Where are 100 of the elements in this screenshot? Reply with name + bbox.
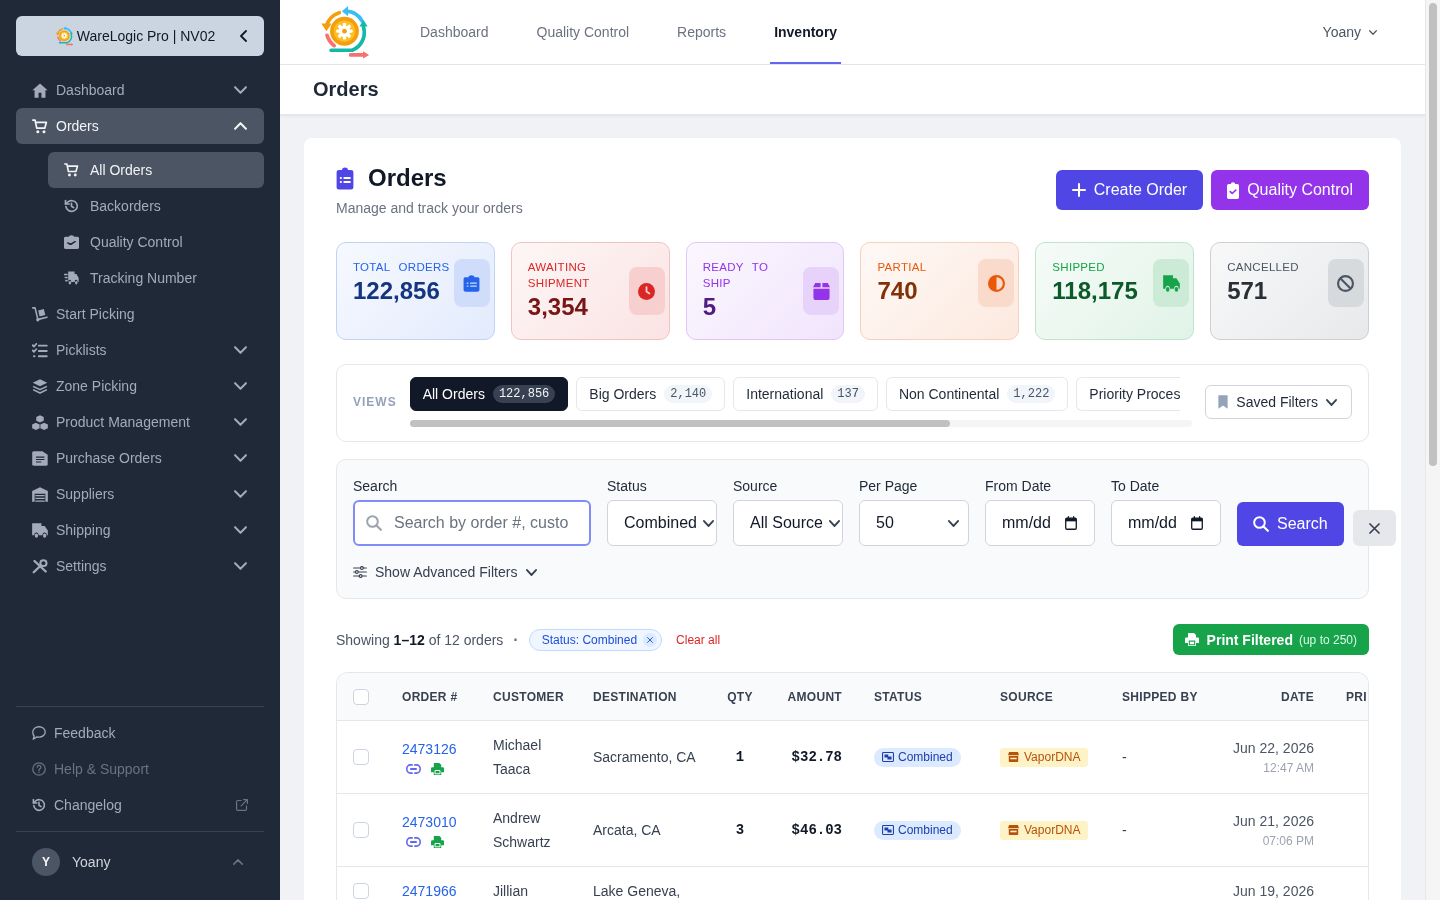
quantity-text: 3	[735, 822, 745, 838]
layers-icon	[32, 378, 48, 394]
sidebar-subitem[interactable]: Tracking Number	[48, 260, 264, 296]
sidebar-subitem[interactable]: All Orders	[48, 152, 264, 188]
checklist-icon	[32, 342, 48, 358]
clear-all-link[interactable]: Clear all	[676, 632, 721, 647]
sidebar-footer-link[interactable]: Feedback	[16, 715, 264, 751]
gear-logo-icon	[54, 26, 74, 46]
count-badge: 137	[831, 385, 865, 403]
date-field[interactable]: mm/dd	[985, 500, 1095, 546]
column-header: STATUS	[874, 689, 923, 704]
sidebar-item[interactable]: Picklists	[16, 332, 264, 368]
order-link[interactable]: 2471966	[402, 883, 457, 899]
print-icon[interactable]	[431, 836, 444, 848]
separator-dot: ·	[513, 630, 519, 649]
sidebar-item[interactable]: Orders	[16, 108, 264, 144]
scrollbar-thumb[interactable]	[409, 420, 950, 427]
sidebar-item[interactable]: Purchase Orders	[16, 440, 264, 476]
stat-label: CANCELLED	[1227, 260, 1300, 275]
action-button[interactable]: Create Order	[1055, 170, 1204, 210]
user-avatar: Y	[32, 848, 60, 876]
hand-truck-icon	[32, 306, 48, 322]
scrollbar-thumb[interactable]	[1429, 3, 1437, 466]
chevron-down-icon	[948, 519, 959, 527]
column-header: DATE	[1281, 689, 1314, 704]
count-badge: 1,222	[1007, 385, 1056, 403]
sidebar-item[interactable]: Product Management	[16, 404, 264, 440]
history-icon	[32, 798, 46, 812]
view-tab[interactable]: All Orders 122,856	[409, 377, 569, 411]
order-link[interactable]: 2473126	[402, 741, 457, 757]
sliders-icon	[353, 566, 367, 578]
sidebar-item[interactable]: Dashboard	[16, 72, 264, 108]
customer-name: Michael Taaca	[493, 737, 542, 777]
row-checkbox[interactable]	[353, 883, 369, 899]
truck-icon	[32, 522, 48, 538]
search-button[interactable]: Search	[1237, 502, 1344, 546]
clipboard-list-icon	[453, 259, 490, 307]
sidebar-item[interactable]: Settings	[16, 548, 264, 584]
column-header: ORDER #	[402, 689, 458, 704]
select-field[interactable]: All Source	[733, 500, 843, 546]
nav-link[interactable]: Quality Control	[532, 0, 634, 64]
select-all-checkbox[interactable]	[353, 688, 369, 705]
tools-icon	[32, 558, 48, 574]
action-button[interactable]: Quality Control	[1211, 170, 1369, 210]
order-link[interactable]: 2473010	[402, 814, 457, 830]
clock-icon	[628, 267, 665, 315]
sidebar-item[interactable]: Suppliers	[16, 476, 264, 512]
sidebar-item[interactable]: Zone Picking	[16, 368, 264, 404]
close-icon[interactable]	[643, 632, 658, 647]
stat-value: 122,856	[353, 276, 441, 306]
sidebar-item[interactable]: Start Picking	[16, 296, 264, 332]
brand-button[interactable]: WareLogic Pro | NV02	[16, 16, 264, 56]
row-checkbox[interactable]	[353, 749, 369, 765]
link-icon[interactable]	[406, 764, 421, 774]
row-checkbox[interactable]	[353, 822, 369, 838]
nav-link[interactable]: Dashboard	[416, 0, 493, 64]
view-tab[interactable]: Priority Proces	[1076, 377, 1181, 411]
chevron-down-icon	[1326, 398, 1337, 406]
select-field[interactable]: Combined	[607, 500, 717, 546]
history-icon	[64, 199, 79, 213]
print-icon	[1184, 633, 1199, 646]
search-icon	[1253, 516, 1269, 532]
count-badge: 2,140	[664, 385, 713, 403]
view-tab[interactable]: Big Orders 2,140	[576, 377, 726, 411]
clear-button[interactable]	[1352, 510, 1396, 546]
sidebar-subitem[interactable]: Backorders	[48, 188, 264, 224]
view-tab[interactable]: Non Continental 1,222	[885, 377, 1069, 411]
close-icon	[1368, 522, 1380, 534]
select-field[interactable]: 50	[859, 500, 969, 546]
stat-value: 5	[702, 292, 717, 322]
stat-label: READY TO SHIP	[702, 260, 770, 291]
date-field[interactable]: mm/dd	[1111, 500, 1221, 546]
stat-label: PARTIAL	[877, 260, 928, 275]
view-tab[interactable]: International 137	[733, 377, 878, 411]
nav-link[interactable]: Reports	[673, 0, 731, 64]
saved-filters-button[interactable]: Saved Filters	[1205, 385, 1352, 419]
print-button[interactable]: Print Filtered (up to 250)	[1172, 624, 1369, 655]
link-icon[interactable]	[406, 837, 421, 847]
chevron-down-icon	[702, 519, 714, 527]
destination-text: Arcata, CA	[593, 822, 661, 838]
amount-text: $32.78	[791, 749, 842, 765]
user-menu-button[interactable]: Yoany	[1322, 24, 1377, 40]
chevron-up-icon[interactable]	[233, 859, 243, 865]
search-field[interactable]: Search by order #, custo	[353, 500, 591, 546]
help-icon	[32, 762, 46, 776]
advanced-filters-toggle[interactable]: Show Advanced Filters	[353, 562, 538, 582]
time-text: 07:06 PM	[1262, 834, 1314, 848]
sidebar-item[interactable]: Shipping	[16, 512, 264, 548]
date-text: Jun 19, 2026	[1233, 883, 1314, 899]
ban-icon	[1328, 259, 1364, 307]
chevron-left-icon	[240, 30, 247, 42]
clipboard-list-icon	[336, 166, 354, 190]
chevron-down-icon	[828, 519, 840, 527]
date-text: Jun 22, 2026	[1233, 740, 1314, 756]
column-header: QTY	[727, 689, 753, 704]
sidebar-subitem[interactable]: Quality Control	[48, 224, 264, 260]
sidebar-footer-link[interactable]: Changelog	[16, 787, 264, 823]
shipped-by-text: -	[1122, 749, 1127, 765]
count-badge: 122,856	[492, 385, 556, 403]
print-icon[interactable]	[431, 763, 444, 775]
